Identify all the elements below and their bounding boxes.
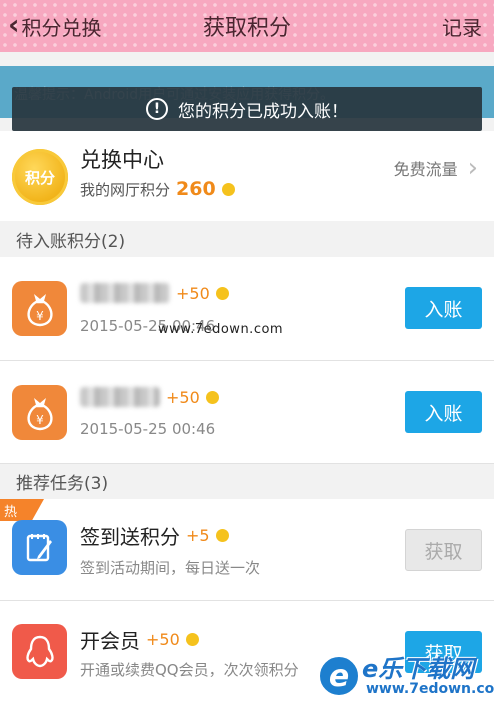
pending-section-header: 待入账积分(2) <box>16 231 126 252</box>
pending-item-name: +50 <box>80 387 219 407</box>
task-points: +50 <box>146 630 180 649</box>
svg-text:¥: ¥ <box>36 309 44 323</box>
record-button[interactable]: 记录 <box>442 0 482 52</box>
toast-message: 您的积分已成功入账！ <box>178 101 348 122</box>
points-summary: 我的网厅积分 260 <box>80 178 235 200</box>
pending-item: ¥ +50 2015-05-25 00:46 入账 <box>0 257 494 361</box>
chevron-right-icon: › <box>467 153 478 183</box>
task-name: 开会员 +50 <box>80 625 199 654</box>
back-button[interactable]: ‹ 积分兑换 <box>8 0 102 52</box>
watermark-logo: e e乐下载网 www.7edown.com <box>318 623 494 703</box>
free-traffic-label: 免费流量 <box>393 160 458 179</box>
points-label: 我的网厅积分 <box>80 180 171 199</box>
exchange-center-row[interactable]: 积分 兑换中心 我的网厅积分 260 免费流量 › <box>0 131 494 221</box>
notepad-pencil-icon <box>12 520 67 575</box>
free-traffic-link[interactable]: 免费流量 › <box>394 155 478 181</box>
points-value: 260 <box>176 178 216 200</box>
item-points: +50 <box>166 387 200 407</box>
watermark-text: www.7edown.com <box>158 322 284 337</box>
task-title: 开会员 <box>80 629 140 653</box>
task-item: 热 签到送积分 +5 签到活动期间，每日送一次 获取 <box>0 499 494 601</box>
coin-icon <box>221 182 235 196</box>
masked-name <box>80 387 160 407</box>
task-title: 签到送积分 <box>80 525 180 549</box>
header-bar: ‹ 积分兑换 获取积分 记录 <box>0 0 494 52</box>
penguin-icon <box>12 624 67 679</box>
task-points: +5 <box>186 526 210 545</box>
claim-button[interactable]: 入账 <box>405 391 482 433</box>
coin-icon <box>215 286 229 300</box>
money-bag-icon: ¥ <box>12 385 67 440</box>
back-label: 积分兑换 <box>21 15 102 40</box>
svg-text:¥: ¥ <box>36 413 44 427</box>
chevron-left-icon: ‹ <box>8 7 20 41</box>
tasks-section-header: 推荐任务(3) <box>16 473 109 494</box>
watermark-site: www.7edown.com <box>366 681 494 697</box>
exchange-title: 兑换中心 <box>80 148 164 172</box>
coin-icon <box>185 633 199 646</box>
item-time: 2015-05-25 00:46 <box>80 420 216 438</box>
pending-item-name: +50 <box>80 283 229 303</box>
alert-icon: ! <box>146 98 168 120</box>
task-name: 签到送积分 +5 <box>80 521 229 550</box>
watermark-brand: e乐下载网 <box>362 655 475 683</box>
task-desc: 签到活动期间，每日送一次 <box>80 559 261 577</box>
task-desc: 开通或续费QQ会员，次次领积分 <box>80 661 299 679</box>
masked-name <box>80 283 170 303</box>
coin-icon <box>205 390 219 404</box>
claim-button[interactable]: 入账 <box>405 287 482 329</box>
points-coin-icon: 积分 <box>12 149 68 205</box>
e-logo-icon: e <box>318 655 360 697</box>
money-bag-icon: ¥ <box>12 281 67 336</box>
success-toast: ! 您的积分已成功入账！ <box>12 87 482 131</box>
page-title: 获取积分 <box>202 16 291 41</box>
get-button-disabled[interactable]: 获取 <box>405 529 482 571</box>
pending-item: ¥ +50 2015-05-25 00:46 入账 <box>0 361 494 464</box>
hot-badge: 热 <box>0 499 44 521</box>
coin-icon <box>215 529 229 542</box>
item-points: +50 <box>176 283 210 303</box>
